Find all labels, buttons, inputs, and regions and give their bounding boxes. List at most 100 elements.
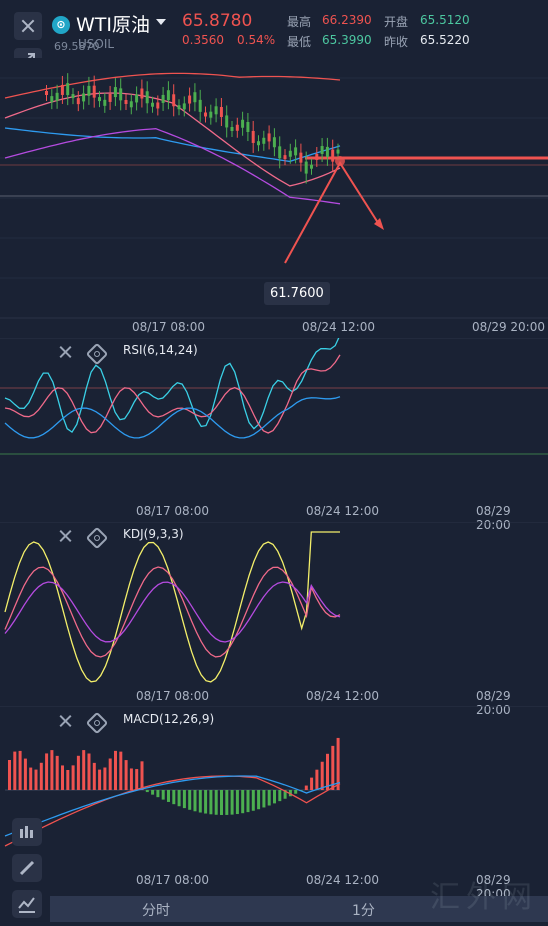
candle-body <box>204 112 207 117</box>
macd-histogram-bar <box>8 760 11 790</box>
candle-body <box>193 92 197 103</box>
indicator-toggle-button[interactable] <box>12 818 42 846</box>
candle-body <box>182 103 186 110</box>
rsi-x-tick-2: 08/24 12:00 <box>306 504 379 518</box>
x-tick-2: 08/24 12:00 <box>302 320 375 334</box>
kdj-j-line <box>4 531 340 683</box>
macd-title: MACD(12,26,9) <box>123 712 215 726</box>
macd-histogram-bar <box>320 761 324 790</box>
rsi-x-tick-1: 08/17 08:00 <box>136 504 209 518</box>
candle-body <box>87 85 91 96</box>
chevron-down-icon[interactable] <box>156 19 166 25</box>
candle-body <box>98 97 101 102</box>
symbol-icon: ⊙ <box>52 16 70 34</box>
macd-histogram-bar <box>209 790 213 815</box>
candle-body <box>198 99 202 112</box>
candle-body <box>60 84 64 95</box>
candle-body <box>278 146 282 159</box>
macd-histogram-bar <box>251 790 255 811</box>
rsi14-line <box>4 354 341 434</box>
candle-body <box>299 152 303 163</box>
open-label: 开盘 <box>384 15 409 29</box>
macd-chart[interactable] <box>0 706 548 896</box>
candle-body <box>135 94 139 103</box>
macd-histogram-bar <box>23 758 27 790</box>
macd-histogram-bar <box>273 790 276 804</box>
macd-histogram-bar <box>294 790 298 794</box>
candle-body <box>230 126 234 131</box>
candle-body <box>177 105 181 110</box>
draw-tool-button[interactable] <box>12 854 42 882</box>
candle-body <box>45 91 48 95</box>
candle-body <box>214 106 218 115</box>
candle-body <box>320 146 324 155</box>
candle-body <box>50 96 54 103</box>
macd-histogram-bar <box>310 777 314 790</box>
candle-body <box>219 106 223 117</box>
kdj-title: KDJ(9,3,3) <box>123 527 184 541</box>
macd-histogram-bar <box>39 762 43 790</box>
macd-histogram-bar <box>262 790 266 808</box>
candle-body <box>103 99 107 106</box>
close-macd-icon[interactable] <box>58 714 72 728</box>
low-value: 65.3990 <box>322 33 372 47</box>
macd-histogram-bar <box>55 755 59 790</box>
candle-body <box>251 130 255 143</box>
macd-histogram-bar <box>182 790 186 809</box>
candle-body <box>257 141 260 146</box>
macd-histogram-bar <box>167 790 170 802</box>
candle-body <box>82 93 86 102</box>
candle-body <box>108 93 112 102</box>
macd-histogram-bar <box>246 790 250 813</box>
high-label: 最高 <box>287 15 312 29</box>
close-button[interactable] <box>14 12 42 40</box>
pencil-icon <box>19 860 35 876</box>
candle-body <box>235 124 239 131</box>
tab-timeshare[interactable]: 分时 <box>142 900 170 920</box>
macd-histogram-bar <box>193 790 197 812</box>
macd-histogram-bar <box>151 790 155 795</box>
candle-body <box>71 94 75 99</box>
macd-histogram-bar <box>108 758 112 790</box>
candle-body <box>272 137 276 148</box>
macd-histogram-bar <box>13 751 17 790</box>
tab-1min[interactable]: 1分 <box>352 900 375 920</box>
candle-body <box>288 150 292 157</box>
macd-histogram-bar <box>129 768 133 790</box>
candle-body <box>145 91 149 104</box>
macd-histogram-bar <box>61 765 64 790</box>
candle-body <box>172 94 176 107</box>
open-value: 65.5120 <box>420 13 470 27</box>
macd-histogram-bar <box>34 769 38 790</box>
high-value: 66.2390 <box>322 13 372 27</box>
candle-body <box>166 90 170 101</box>
close-rsi-icon[interactable] <box>58 345 72 359</box>
candles-icon <box>20 826 33 838</box>
macd-histogram-bar <box>76 755 80 790</box>
candle-body <box>262 137 266 144</box>
kdj-d-line <box>4 581 341 643</box>
rsi24-line <box>4 396 341 439</box>
close-kdj-icon[interactable] <box>58 529 72 543</box>
candle-body <box>225 115 229 128</box>
prev-close-value: 65.5220 <box>420 33 470 47</box>
candle-body <box>161 94 165 103</box>
macd-histogram-bar <box>145 790 149 793</box>
line-tool-button[interactable] <box>12 890 42 918</box>
kdj-chart[interactable] <box>0 522 548 706</box>
rsi-chart[interactable] <box>0 338 548 522</box>
symbol-name[interactable]: WTI原油 <box>76 10 150 37</box>
macd-histogram-bar <box>156 790 160 798</box>
candle-body <box>124 99 128 104</box>
candle-body <box>119 88 123 101</box>
macd-histogram-bar <box>29 767 33 790</box>
prev-close-label: 昨收 <box>384 35 409 49</box>
macd-histogram-bar <box>98 769 102 790</box>
candle-body <box>76 98 80 105</box>
candle-body <box>113 87 117 98</box>
macd-histogram-bar <box>140 761 144 790</box>
candle-body <box>92 85 96 98</box>
current-price-dot <box>335 156 345 166</box>
candle-body <box>241 119 245 128</box>
low-label: 最低 <box>287 35 312 49</box>
